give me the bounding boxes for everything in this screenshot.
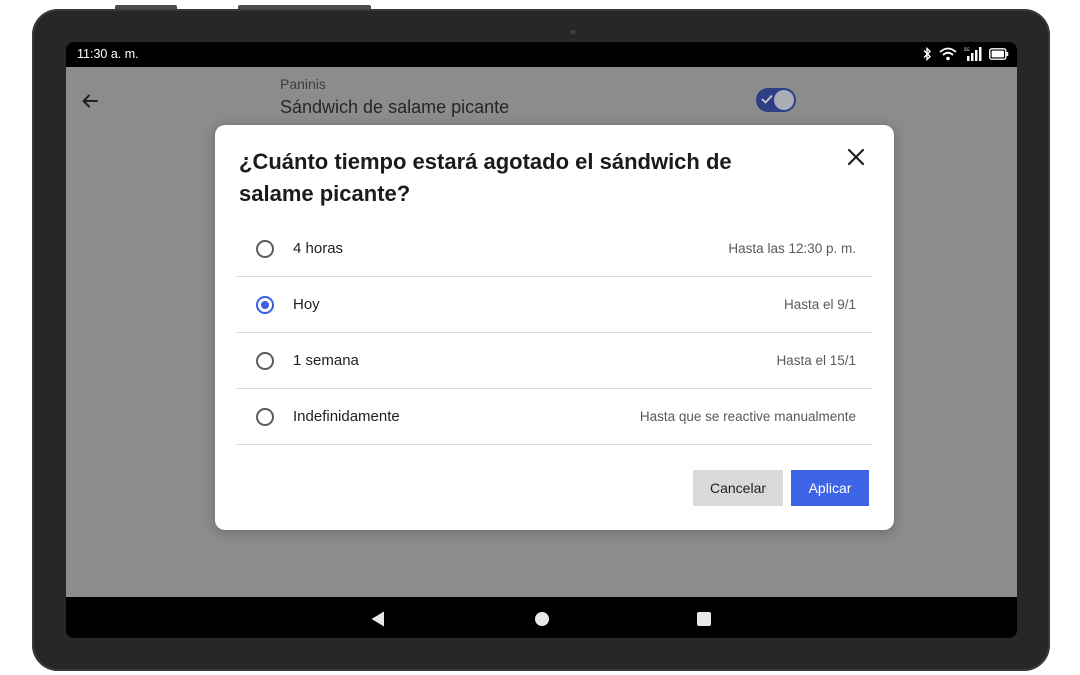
check-icon [761,94,773,104]
option-label: 1 semana [293,352,359,369]
status-bar: 11:30 a. m. 5G [66,42,1017,67]
option-indefinidamente[interactable]: Indefinidamente Hasta que se reactive ma… [237,389,872,445]
dialog-title: ¿Cuánto tiempo estará agotado el sándwic… [239,149,732,206]
square-recents-icon[interactable] [697,612,711,626]
option-label: 4 horas [293,240,344,257]
option-1-semana[interactable]: 1 semana Hasta el 15/1 [237,333,872,389]
duration-options: 4 horas Hasta las 12:30 p. m. Hoy Hasta … [237,221,872,445]
availability-toggle[interactable] [756,88,796,112]
arrow-left-icon[interactable] [80,91,100,111]
triangle-back-icon[interactable] [371,611,385,627]
status-time: 11:30 a. m. [77,47,139,61]
cancel-button[interactable]: Cancelar [693,470,783,506]
option-hoy[interactable]: Hoy Hasta el 9/1 [237,277,872,333]
bluetooth-icon [923,47,931,61]
option-detail: Hasta las 12:30 p. m. [728,241,856,256]
circle-home-icon[interactable] [535,612,549,626]
radio-button-selected[interactable] [256,295,274,314]
item-name: Sándwich de salame picante [280,97,510,117]
option-detail: Hasta el 9/1 [783,297,856,312]
cell-signal-icon: 5G [964,47,982,61]
close-icon[interactable] [844,145,868,169]
option-detail: Hasta que se reactive manualmente [639,409,856,424]
system-nav-bar [66,597,1017,638]
radio-button[interactable] [256,239,274,258]
front-camera [568,27,578,37]
radio-button[interactable] [256,407,274,426]
option-label: Indefinidamente [293,408,400,425]
battery-icon [989,48,1009,60]
radio-button[interactable] [256,351,274,370]
sold-out-duration-dialog: ¿Cuánto tiempo estará agotado el sándwic… [215,125,894,530]
item-category: Paninis [280,76,326,92]
option-4-horas[interactable]: 4 horas Hasta las 12:30 p. m. [237,221,872,277]
svg-text:5G: 5G [964,47,970,52]
status-icons: 5G [923,47,1009,61]
option-detail: Hasta el 15/1 [776,353,856,368]
apply-button[interactable]: Aplicar [791,470,869,506]
option-label: Hoy [293,296,320,313]
toggle-knob [774,90,794,110]
wifi-icon [939,47,957,61]
